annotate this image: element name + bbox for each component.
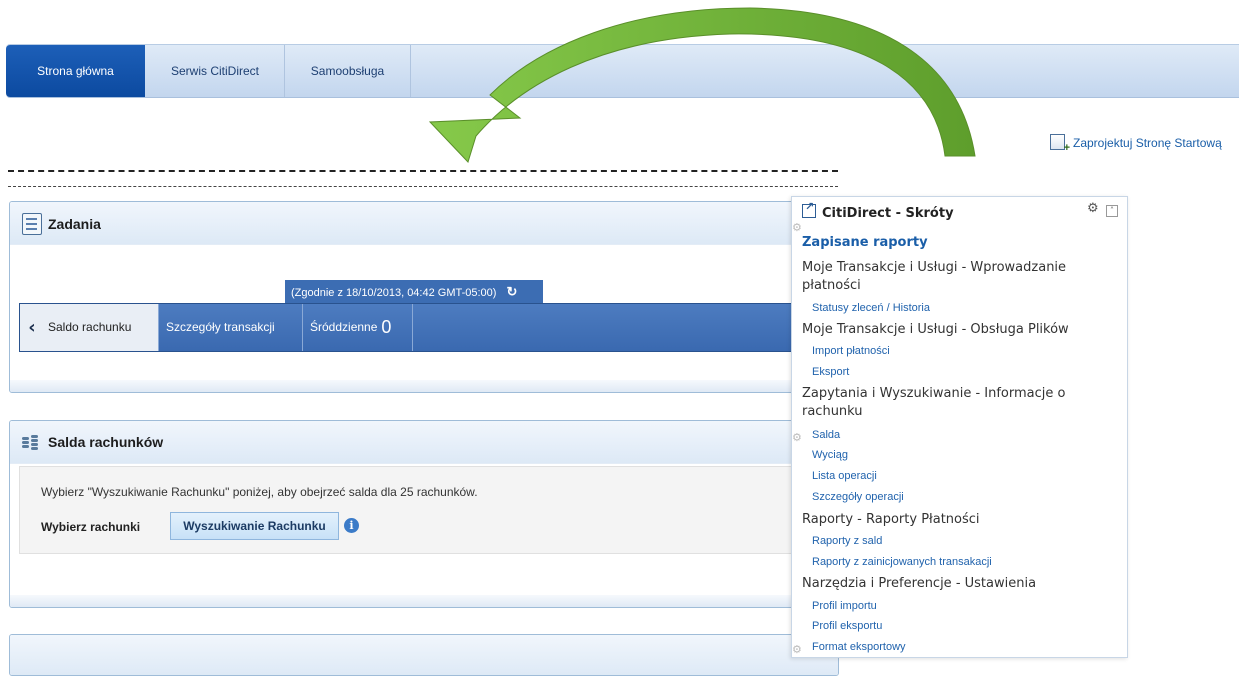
reports-panel — [9, 634, 839, 676]
tab-sroddzienne[interactable]: Śróddzienne 0 — [310, 304, 420, 351]
shortcuts-title: CitiDirect - Skróty — [822, 206, 954, 221]
balances-panel: Salda rachunków Wybierz "Wyszukiwanie Ra… — [9, 420, 839, 608]
shortcut-link[interactable]: Raporty z zainicjowanych transakacji — [812, 556, 992, 568]
balances-body: Wybierz "Wyszukiwanie Rachunku" poniżej,… — [19, 466, 827, 554]
balances-panel-header[interactable]: Salda rachunków — [10, 421, 838, 464]
coins-icon — [22, 435, 40, 451]
carousel-prev-icon[interactable]: ‹ — [20, 304, 44, 351]
tab-szczegoly-transakcji[interactable]: Szczegóły transakcji — [166, 304, 296, 351]
section-title: Moje Transakcje i Usługi - Obsługa Plikó… — [802, 322, 1069, 337]
nav-divider — [410, 45, 411, 97]
carousel-divider — [302, 304, 303, 351]
shortcut-link[interactable]: Salda — [812, 429, 840, 441]
balances-title: Salda rachunków — [48, 434, 164, 450]
saved-reports-link[interactable]: Zapisane raporty — [802, 235, 928, 250]
gear-icon[interactable]: ⚙ — [1087, 201, 1099, 216]
shortcut-link[interactable]: Lista operacji — [812, 470, 877, 482]
section-title: Zapytania i Wyszukiwanie - Informacje o … — [802, 386, 1066, 419]
panel-footer — [10, 380, 838, 392]
drop-zone — [8, 170, 838, 187]
shortcut-link[interactable]: Eksport — [812, 366, 849, 378]
refresh-icon[interactable]: ↻ — [506, 280, 517, 303]
design-link-label: Zaprojektuj Stronę Startową — [1073, 136, 1222, 150]
reports-panel-header[interactable] — [10, 635, 838, 675]
design-page-icon — [1050, 134, 1070, 154]
collapse-icon[interactable]: ˄ — [1106, 205, 1118, 217]
shortcut-link[interactable]: Format eksportowy — [812, 641, 906, 653]
tab-samoobsluga[interactable]: Samoobsługa — [285, 45, 410, 97]
shortcut-link[interactable]: Raporty z sald — [812, 535, 882, 547]
task-carousel: ‹ Saldo rachunku Szczegóły transakcji Śr… — [19, 303, 801, 352]
select-accounts-label: Wybierz rachunki — [41, 520, 141, 534]
as-of-status: (Zgodnie z 18/10/2013, 04:42 GMT-05:00) ↻ — [285, 280, 543, 303]
design-start-page-link[interactable]: Zaprojektuj Stronę Startową — [1050, 134, 1222, 154]
carousel-divider — [158, 304, 159, 351]
external-link-icon — [802, 200, 816, 218]
gear-icon: ⚙ — [792, 431, 802, 444]
top-nav: Strona główna Serwis CitiDirect Samoobsł… — [6, 44, 1239, 98]
shortcut-link[interactable]: Statusy zleceń / Historia — [812, 302, 930, 314]
shortcuts-header: CitiDirect - Skróty — [802, 200, 954, 221]
info-icon[interactable]: i — [344, 518, 359, 533]
tasks-title: Zadania — [48, 216, 101, 232]
shortcut-link[interactable]: Import płatności — [812, 345, 890, 357]
task-list-icon — [22, 213, 42, 235]
intraday-count: 0 — [381, 317, 392, 337]
section-title: Raporty - Raporty Płatności — [802, 512, 980, 527]
gear-icon: ⚙ — [792, 221, 802, 234]
tab-sroddzienne-label: Śróddzienne — [310, 320, 378, 334]
shortcut-link[interactable]: Profil eksportu — [812, 620, 882, 632]
panel-footer — [10, 595, 838, 607]
balances-instruction: Wybierz "Wyszukiwanie Rachunku" poniżej,… — [41, 485, 478, 499]
tab-strona-glowna[interactable]: Strona główna — [6, 45, 145, 97]
section-title: Moje Transakcje i Usługi - Wprowadzanie … — [802, 260, 1067, 293]
carousel-divider — [412, 304, 413, 351]
as-of-text: (Zgodnie z 18/10/2013, 04:42 GMT-05:00) — [291, 287, 497, 299]
tasks-panel-header[interactable]: Zadania — [10, 202, 838, 245]
shortcut-link[interactable]: Wyciąg — [812, 449, 848, 461]
shortcut-link[interactable]: Profil importu — [812, 600, 877, 612]
shortcut-link[interactable]: Szczegóły operacji — [812, 491, 904, 503]
shortcuts-panel: CitiDirect - Skróty ⚙ ˄ ⚙ Zapisane rapor… — [791, 196, 1128, 658]
tab-serwis-citidirect[interactable]: Serwis CitiDirect — [146, 45, 284, 97]
section-title: Narzędzia i Preferencje - Ustawienia — [802, 576, 1037, 591]
tab-saldo-rachunku[interactable]: Saldo rachunku — [44, 304, 158, 351]
account-search-button[interactable]: Wyszukiwanie Rachunku — [170, 512, 339, 540]
